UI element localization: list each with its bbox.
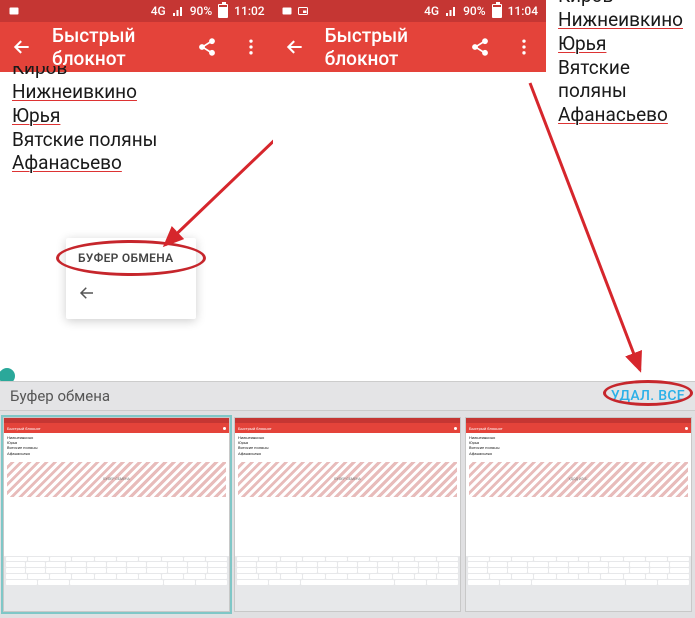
clipboard-popover: БУФЕР ОБМЕНА (66, 238, 196, 319)
signal-icon (172, 5, 184, 17)
network-label: 4G (151, 4, 166, 18)
clipboard-header: Буфер обмена УДАЛ. ВСЕ (0, 381, 695, 411)
clipboard-button[interactable]: БУФЕР ОБМЕНА (66, 238, 196, 276)
note-line: Афанасьево (558, 103, 683, 127)
network-label: 4G (424, 4, 439, 18)
appbar: Быстрый блокнот (0, 22, 273, 72)
popover-back-icon[interactable] (78, 284, 96, 307)
screenshot-icon (281, 5, 293, 17)
back-button[interactable] (281, 33, 309, 61)
clipboard-thumb[interactable]: Быстрый блокнот НижнеивкиноЮрьяВятские п… (465, 417, 692, 612)
note-line: Вятские поляны (558, 56, 683, 104)
battery-icon (218, 4, 228, 18)
clipboard-thumb[interactable]: Быстрый блокнот НижнеивкиноЮрьяВятские п… (3, 417, 230, 612)
appbar: Быстрый блокнот (273, 22, 546, 72)
statusbar: 4G 90% 11:02 (0, 0, 273, 22)
clock: 11:04 (508, 4, 538, 18)
share-button[interactable] (466, 33, 494, 61)
note-line: Нижнеивкино (558, 8, 683, 32)
pip-icon (297, 5, 309, 17)
overflow-button[interactable] (510, 33, 538, 61)
overflow-button[interactable] (237, 33, 265, 61)
note-line: Юрья (12, 104, 261, 128)
delete-all-button[interactable]: УДАЛ. ВСЕ (611, 388, 685, 404)
note-editor[interactable]: Киров Нижнеивкино Юрья Вятские поляны Аф… (0, 72, 273, 183)
clock: 11:02 (234, 4, 264, 18)
note-line: Киров (558, 0, 683, 8)
clipboard-thumb[interactable]: Быстрый блокнот НижнеивкиноЮрьяВятские п… (234, 417, 461, 612)
share-button[interactable] (193, 33, 221, 61)
app-title: Быстрый блокнот (52, 24, 177, 70)
battery-icon (492, 4, 502, 18)
statusbar: 4G 90% 11:04 (273, 0, 546, 22)
app-title: Быстрый блокнот (325, 24, 450, 70)
battery-pct: 90% (190, 4, 212, 18)
clipboard-thumbnails: Быстрый блокнот НижнеивкиноЮрьяВятские п… (0, 411, 695, 618)
note-line: Вятские поляны (12, 128, 261, 152)
dual-screenshot: 4G 90% 11:02 Быстрый блокнот Киров Нижне… (0, 0, 695, 618)
signal-icon (445, 5, 457, 17)
screenshot-icon (8, 5, 20, 17)
back-button[interactable] (8, 33, 36, 61)
clipboard-title: Буфер обмена (10, 387, 110, 405)
note-line: Афанасьево (12, 151, 261, 175)
battery-pct: 90% (463, 4, 485, 18)
note-line: Нижнеивкино (12, 80, 261, 104)
note-line: Юрья (558, 32, 683, 56)
